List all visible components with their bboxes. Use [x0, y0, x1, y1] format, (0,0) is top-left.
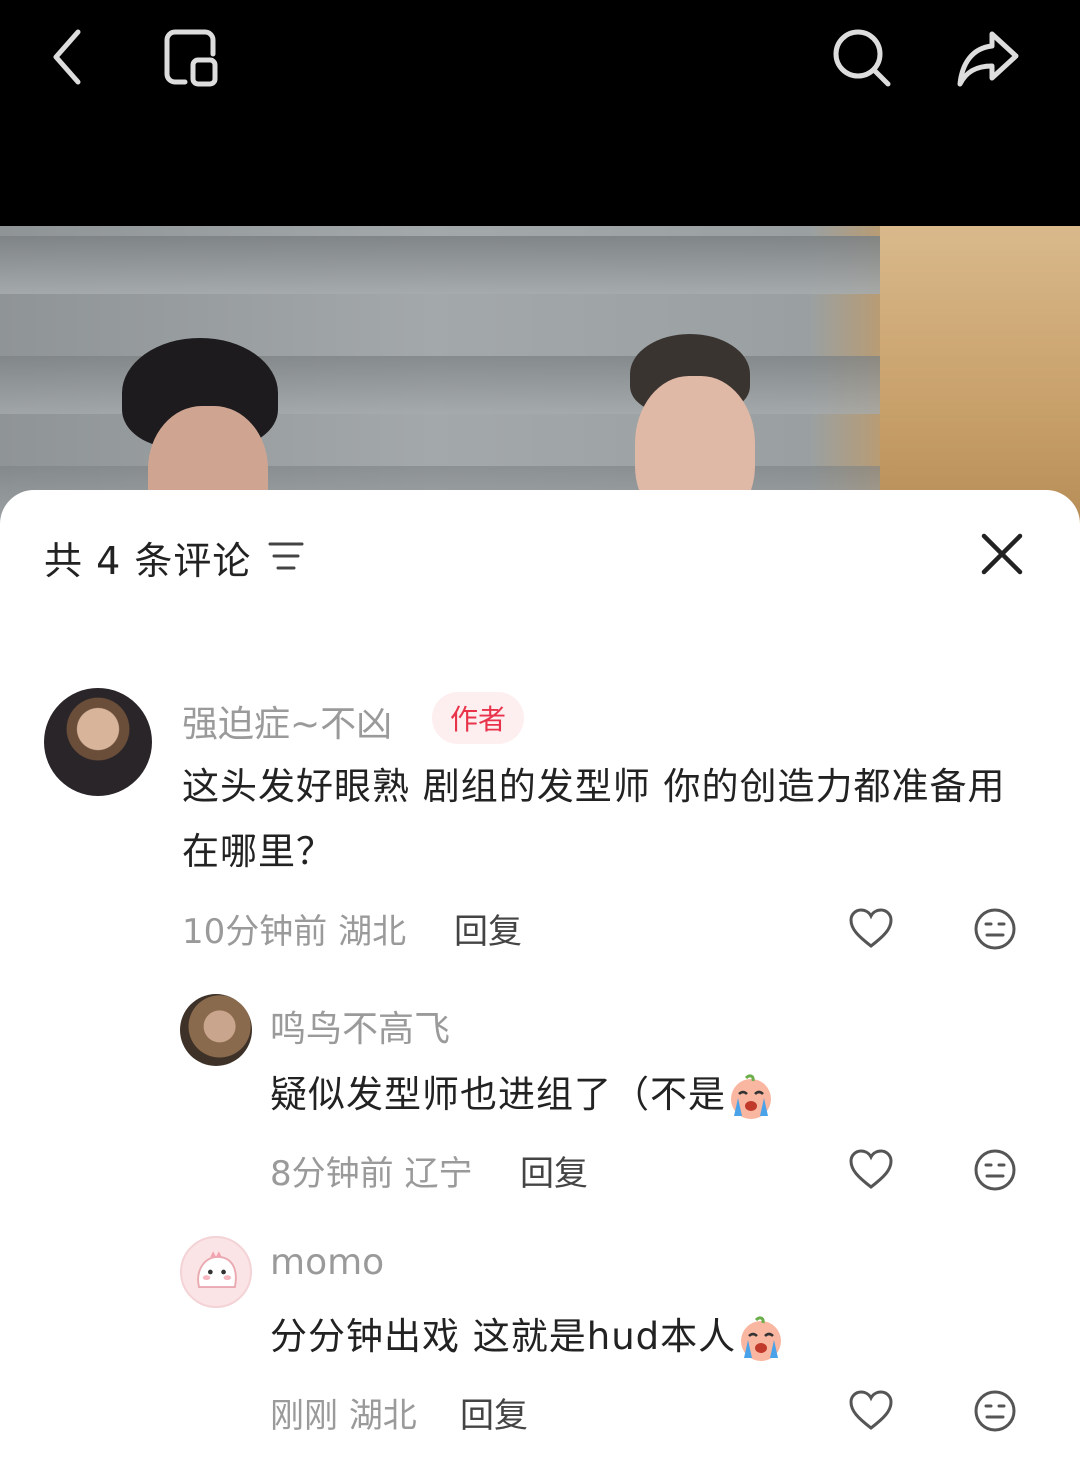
back-icon[interactable]: [32, 22, 102, 92]
comment-text[interactable]: 分分钟出戏 这就是hud本人: [270, 1304, 1030, 1369]
avatar[interactable]: [44, 688, 152, 796]
dislike-face-icon[interactable]: [972, 1388, 1018, 1434]
avatar[interactable]: [180, 994, 252, 1066]
comment-location: 湖北: [348, 1396, 417, 1436]
crying-face-icon: [741, 1315, 782, 1361]
comment-username[interactable]: 鸣鸟不高飞: [270, 1000, 450, 1052]
comment-text-content: 分分钟出戏 这就是hud本人: [270, 1315, 737, 1358]
comment-location: 辽宁: [404, 1154, 473, 1194]
sort-filter-icon[interactable]: [266, 538, 306, 574]
comment-meta: 刚刚 湖北: [270, 1388, 417, 1437]
close-icon[interactable]: [978, 530, 1026, 578]
search-icon[interactable]: [826, 22, 896, 92]
comment-username[interactable]: 强迫症~不凶: [182, 695, 392, 747]
comment-location: 湖北: [338, 912, 407, 952]
author-badge: 作者: [432, 692, 525, 744]
reply-button[interactable]: 回复: [460, 1388, 528, 1437]
comment-text-content: 疑似发型师也进组了（不是: [270, 1073, 726, 1116]
share-icon[interactable]: [952, 22, 1022, 92]
cartoon-dinosaur-icon: [197, 1251, 237, 1289]
heart-icon[interactable]: [848, 906, 894, 952]
heart-icon[interactable]: [848, 1147, 894, 1193]
minimize-window-icon[interactable]: [155, 22, 225, 92]
comment-meta: 8分钟前 辽宁: [270, 1146, 472, 1195]
comment-time: 10分钟前: [182, 912, 328, 952]
post-photo: [0, 226, 1080, 526]
comments-title: 共 4 条评论: [44, 539, 252, 583]
comment-text[interactable]: 这头发好眼熟 剧组的发型师 你的创造力都准备用在哪里？: [182, 754, 1022, 884]
top-bar: [0, 0, 1080, 226]
comment-time: 刚刚: [270, 1396, 338, 1436]
dislike-face-icon[interactable]: [972, 906, 1018, 952]
reply-button[interactable]: 回复: [520, 1146, 588, 1195]
crying-face-icon: [731, 1073, 771, 1119]
reply-button[interactable]: 回复: [454, 904, 522, 953]
comment-time: 8分钟前: [270, 1154, 394, 1194]
avatar[interactable]: [180, 1236, 252, 1308]
dislike-face-icon[interactable]: [972, 1147, 1018, 1193]
heart-icon[interactable]: [848, 1388, 894, 1434]
comments-sheet: 共 4 条评论 强迫症~不凶 作者 这头发好眼熟 剧组的发型师 你的创造力都准备…: [0, 490, 1080, 1470]
comment-text[interactable]: 疑似发型师也进组了（不是: [270, 1062, 1030, 1127]
comment-meta: 10分钟前 湖北: [182, 904, 406, 953]
comment-username[interactable]: momo: [270, 1242, 384, 1283]
